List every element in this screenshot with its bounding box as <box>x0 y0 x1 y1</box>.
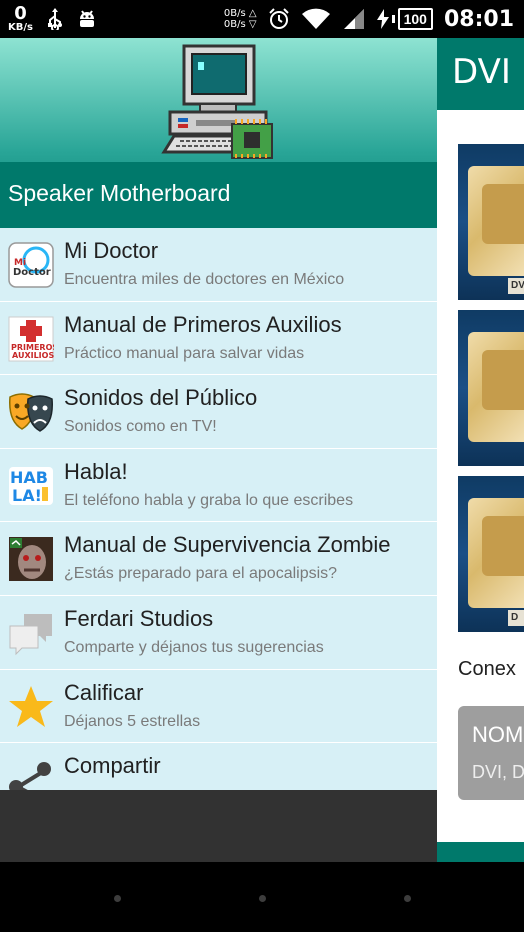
menu-item-subtitle: El teléfono habla y graba lo que escribe… <box>64 491 354 509</box>
status-bar: 0 KB/s 0B/s △ 0B/s ▽ 100 08:01 <box>0 0 524 38</box>
menu-item-compartir[interactable]: Compartir <box>0 743 437 790</box>
menu-item-title: Mi Doctor <box>64 238 159 263</box>
battery-indicator: 100 <box>376 8 433 30</box>
connector-photo-3: D <box>458 476 524 632</box>
menu-item-title: Ferdari Studios <box>64 605 214 631</box>
nav-home-button[interactable] <box>259 895 266 902</box>
info-card[interactable]: NOM DVI, D <box>458 706 524 800</box>
connector-photo-2 <box>458 310 524 466</box>
zombie-icon <box>9 537 53 582</box>
svg-text:Doctor: Doctor <box>13 267 51 278</box>
chat-bubbles-icon <box>9 613 52 656</box>
menu-item-title: Habla! <box>64 458 128 484</box>
android-icon <box>79 10 94 27</box>
usb-icon <box>47 8 62 30</box>
drawer-menu: Mi Doctor Mi Doctor Encuentra miles de d… <box>0 228 437 790</box>
menu-item-subtitle: Encuentra miles de doctores en México <box>64 271 345 288</box>
net-speed: 0B/s △ 0B/s ▽ <box>223 8 257 30</box>
app-name: Speaker Motherboard <box>8 180 231 206</box>
alarm-icon <box>268 8 289 29</box>
menu-item-title: Sonidos del Público <box>64 385 258 411</box>
menu-item-habla[interactable]: HAB LA! Habla! El teléfono habla y graba… <box>0 449 437 523</box>
nav-back-button[interactable] <box>114 895 121 902</box>
page-title: DVI <box>452 52 511 92</box>
share-icon <box>9 762 51 790</box>
navigation-drawer[interactable]: Speaker Motherboard Mi Doctor Mi Doctor … <box>0 38 437 862</box>
system-navigation-bar <box>0 862 524 932</box>
menu-item-sonidos-del-publico[interactable]: Sonidos del Público Sonidos como en TV! <box>0 375 437 449</box>
habla-icon: HAB LA! <box>9 466 53 505</box>
menu-item-title: Calificar <box>64 679 144 705</box>
svg-text:AUXILIOS: AUXILIOS <box>12 351 54 360</box>
charging-icon <box>376 9 389 29</box>
signal-icon <box>343 9 364 29</box>
menu-item-supervivencia-zombie[interactable]: Manual de Supervivencia Zombie ¿Estás pr… <box>0 522 437 596</box>
nav-recents-button[interactable] <box>404 895 411 902</box>
network-rate: 0 KB/s <box>8 3 33 33</box>
menu-item-title: Compartir <box>64 753 161 779</box>
menu-item-title: Manual de Primeros Auxilios <box>64 311 342 337</box>
svg-text:LA!: LA! <box>12 486 42 505</box>
menu-item-title: Manual de Supervivencia Zombie <box>64 532 391 558</box>
wifi-icon <box>301 8 330 29</box>
star-icon <box>9 685 53 727</box>
clock: 08:01 <box>443 6 514 32</box>
menu-item-subtitle: Sonidos como en TV! <box>64 418 217 436</box>
menu-item-subtitle: Déjanos 5 estrellas <box>64 712 201 730</box>
menu-item-mi-doctor[interactable]: Mi Doctor Mi Doctor Encuentra miles de d… <box>0 228 437 302</box>
menu-item-ferdari-studios[interactable]: Ferdari Studios Comparte y déjanos tus s… <box>0 596 437 670</box>
connector-caption: Conex <box>458 658 516 680</box>
svg-text:HAB: HAB <box>10 468 48 487</box>
app-footer-bar <box>437 842 524 862</box>
menu-item-calificar[interactable]: Calificar Déjanos 5 estrellas <box>0 670 437 744</box>
mi-doctor-icon: Mi Doctor <box>8 242 54 288</box>
menu-item-subtitle: Práctico manual para salvar vidas <box>64 344 305 362</box>
menu-item-subtitle: ¿Estás preparado para el apocalipsis? <box>64 565 338 583</box>
connector-photo-1: DV <box>458 144 524 300</box>
menu-item-subtitle: Comparte y déjanos tus sugerencias <box>64 638 324 656</box>
drawer-header: Speaker Motherboard <box>0 38 437 228</box>
theater-masks-icon <box>9 393 53 433</box>
computer-logo-icon <box>161 44 273 159</box>
primeros-auxilios-icon: PRIMEROS AUXILIOS <box>8 316 54 362</box>
menu-item-primeros-auxilios[interactable]: PRIMEROS AUXILIOS Manual de Primeros Aux… <box>0 302 437 376</box>
